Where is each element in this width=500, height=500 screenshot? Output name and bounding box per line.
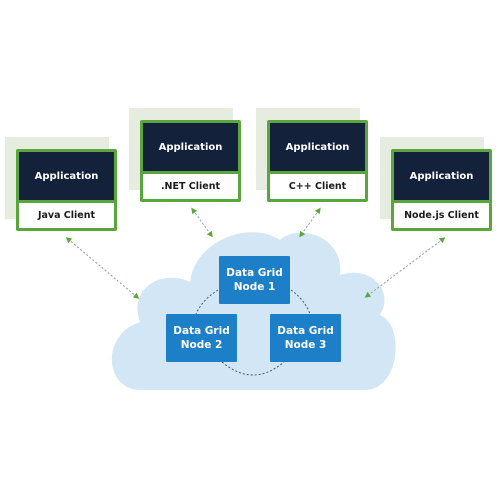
application-label: Application: [19, 152, 114, 200]
client-dotnet: Application .NET Client: [129, 108, 241, 202]
node-number: Node 3: [284, 339, 327, 351]
data-grid-node-1: Data Grid Node 1: [219, 256, 290, 304]
node-title: Data Grid: [277, 325, 334, 337]
application-label: Application: [394, 152, 489, 200]
client-card: Application Node.js Client: [391, 149, 492, 231]
client-label: C++ Client: [288, 181, 347, 192]
node-number: Node 1: [233, 281, 276, 293]
client-cpp: Application C++ Client: [256, 108, 368, 202]
data-grid-node-3: Data Grid Node 3: [270, 314, 341, 362]
arrow-java-cloud: [65, 237, 140, 299]
client-label: Node.js Client: [404, 210, 479, 221]
node-number: Node 2: [180, 339, 223, 351]
node-title: Data Grid: [173, 325, 230, 337]
diagram-canvas: [65, 207, 446, 390]
client-label: .NET Client: [160, 181, 221, 192]
node-title: Data Grid: [226, 267, 283, 279]
application-label: Application: [143, 123, 238, 171]
client-java: Application Java Client: [5, 137, 117, 231]
client-card: Application Java Client: [16, 149, 117, 231]
arrow-dotnet-cloud: [191, 207, 213, 238]
arrow-nodejs-cloud: [364, 237, 446, 298]
data-grid-node-2: Data Grid Node 2: [166, 314, 237, 362]
arrow-cpp-cloud: [299, 207, 321, 238]
client-card: Application C++ Client: [267, 120, 368, 202]
client-nodejs: Application Node.js Client: [380, 137, 492, 231]
client-label: Java Client: [37, 210, 96, 221]
application-label: Application: [270, 123, 365, 171]
client-card: Application .NET Client: [140, 120, 241, 202]
